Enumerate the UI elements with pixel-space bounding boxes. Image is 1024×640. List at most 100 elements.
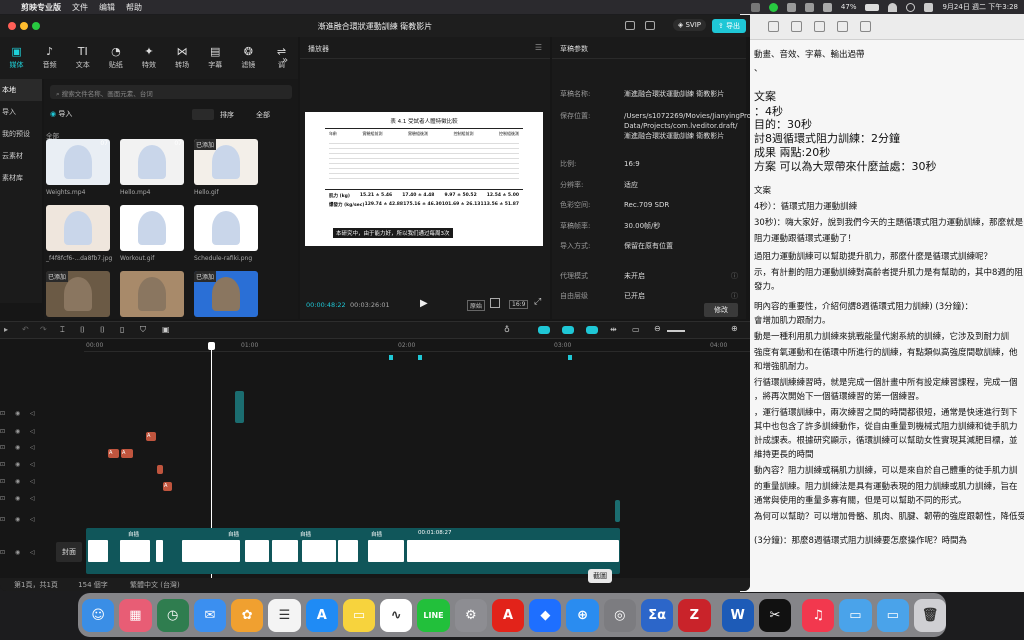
view-toggle-icon[interactable] — [192, 109, 214, 120]
video-clip[interactable] — [120, 540, 150, 562]
nav-import[interactable]: 导入 — [0, 101, 42, 123]
nav-local[interactable]: 本地 — [0, 79, 42, 101]
marker[interactable] — [568, 355, 572, 360]
zotero-icon[interactable]: Z — [678, 598, 711, 632]
lock-icon[interactable]: ⊡ — [0, 478, 5, 485]
video-clip[interactable] — [245, 540, 269, 562]
video-clip[interactable] — [368, 540, 404, 562]
media-thumbnail[interactable] — [120, 205, 184, 251]
zoom-button[interactable] — [32, 22, 40, 30]
dropbox-icon[interactable]: ◆ — [529, 598, 562, 632]
volume-icon[interactable]: ◁ — [30, 516, 35, 523]
link-icon[interactable] — [562, 326, 574, 334]
play-button[interactable]: ▶ — [420, 298, 428, 309]
zoom-out-icon[interactable]: ⊖ — [654, 324, 661, 333]
export-button[interactable]: ⇪ 导出 — [711, 19, 746, 33]
nav-presets[interactable]: 我的预设 — [0, 123, 42, 145]
preview-icon[interactable]: ▭ — [632, 325, 640, 334]
menu-icon[interactable]: ☰ — [535, 43, 542, 52]
eye-icon[interactable]: ◉ — [15, 478, 20, 485]
capcut-icon[interactable]: ✂ — [758, 598, 792, 632]
photos-icon[interactable]: ✿ — [231, 598, 264, 632]
timeline[interactable]: 00:00 01:00 02:00 03:00 04:00 ⊡ ◉ ◁ ⊡ ◉ ◁ ⊡ ◉ ◁ ⊡… — [0, 340, 750, 578]
search-icon[interactable] — [906, 2, 916, 12]
mic-icon[interactable]: ♁ — [504, 325, 510, 334]
screen-icon[interactable] — [645, 21, 655, 30]
notes-icon[interactable]: ▭ — [342, 598, 376, 632]
video-clip[interactable] — [272, 540, 298, 562]
text-clip[interactable] — [157, 465, 163, 474]
folder-icon[interactable]: ▭ — [839, 598, 872, 632]
fullscreen-icon[interactable]: ⤢ — [534, 297, 541, 307]
text-clip[interactable]: A — [146, 432, 156, 441]
video-clip[interactable] — [156, 540, 163, 562]
nav-cloud[interactable]: 云素材 — [0, 145, 42, 167]
clock[interactable]: 9月24日 週二 下午3:28 — [942, 2, 1018, 12]
eye-icon[interactable]: ◉ — [15, 516, 20, 523]
original-button[interactable]: 原始 — [467, 300, 486, 311]
select-icon[interactable]: ▸ — [4, 325, 8, 334]
finder-icon[interactable]: ☺ — [82, 598, 115, 632]
freeform-icon[interactable]: ∿ — [380, 598, 413, 632]
safari-icon[interactable]: ⊕ — [566, 598, 599, 632]
video-preview[interactable]: 表 4.1 受試者人體特徵比較 年齡 實驗組前測 實驗組後測 控制組前測 控制組… — [305, 112, 543, 246]
split-left-icon[interactable]: ⌷ — [80, 325, 85, 335]
screenshot-icon[interactable]: ◎ — [603, 598, 636, 632]
tab-audio[interactable]: ♪ 音频 — [33, 37, 66, 79]
video-clip[interactable] — [182, 540, 240, 562]
media-thumbnail[interactable]: 07 — [120, 139, 184, 185]
volume-icon[interactable]: ◁ — [30, 410, 35, 417]
delete-icon[interactable]: ▯ — [120, 325, 124, 334]
mail-icon[interactable]: ✉ — [193, 598, 227, 632]
marker-icon[interactable]: ⛉ — [140, 325, 146, 335]
video-clip[interactable] — [338, 540, 358, 562]
reminders-icon[interactable]: ☰ — [268, 598, 301, 632]
svip-button[interactable]: ◈ SVIP — [672, 19, 706, 31]
status-icon[interactable] — [750, 2, 760, 12]
timemachine-icon[interactable]: ◷ — [156, 598, 189, 632]
lock-icon[interactable]: ⊡ — [0, 461, 5, 468]
link-icon[interactable] — [586, 326, 598, 334]
align-icon[interactable]: ⇹ — [610, 325, 617, 334]
filter-all-button[interactable]: 全部 — [256, 110, 270, 120]
media-thumbnail[interactable]: 已添加 — [194, 139, 258, 185]
media-search-input[interactable]: ⌕ 搜索文件名称、画面元素、台词 — [50, 85, 292, 99]
battery-icon[interactable] — [865, 3, 880, 11]
text-clip[interactable]: A — [121, 449, 133, 458]
word-icon[interactable]: W — [721, 598, 754, 632]
tab-text[interactable]: TI 文本 — [66, 37, 99, 79]
eye-icon[interactable]: ◉ — [15, 495, 20, 502]
video-clip[interactable] — [407, 540, 619, 562]
video-clip[interactable] — [302, 540, 336, 562]
image-clip[interactable] — [235, 391, 244, 423]
nav-library[interactable]: 素材库 — [0, 167, 42, 189]
music-icon[interactable]: ♫ — [802, 598, 835, 632]
media-thumbnail[interactable] — [120, 271, 184, 317]
split-icon[interactable]: ⌶ — [60, 325, 65, 335]
media-thumbnail[interactable]: 已添加 — [46, 271, 110, 317]
status-icon[interactable] — [804, 2, 814, 12]
close-button[interactable] — [8, 22, 16, 30]
text-clip[interactable]: A — [163, 482, 172, 491]
tab-caption[interactable]: ▤ 字幕 — [199, 37, 232, 79]
zoom-slider[interactable] — [667, 330, 685, 332]
tab-transition[interactable]: ⋈ 转场 — [166, 37, 199, 79]
settings-icon[interactable]: ⚙ — [454, 598, 487, 632]
marker[interactable] — [418, 355, 422, 360]
media-thumbnail[interactable] — [194, 205, 258, 251]
media-thumbnail[interactable]: 07 — [46, 139, 110, 185]
status-icon[interactable] — [786, 2, 796, 12]
line-icon[interactable]: LINE — [417, 598, 450, 632]
video-clip[interactable] — [88, 540, 108, 562]
tab-media[interactable]: ▣ 媒体 — [0, 37, 33, 79]
tab-sticker[interactable]: ◔ 贴纸 — [99, 37, 132, 79]
status-icon[interactable] — [768, 2, 778, 12]
wifi-icon[interactable] — [888, 2, 898, 12]
text-clip[interactable]: A — [108, 449, 119, 458]
menu-file[interactable]: 文件 — [72, 2, 88, 13]
volume-icon[interactable]: ◁ — [30, 495, 35, 502]
menu-help[interactable]: 帮助 — [126, 2, 142, 13]
acrobat-icon[interactable]: A — [491, 598, 525, 632]
volume-icon[interactable]: ◁ — [30, 461, 35, 468]
split-right-icon[interactable]: ⌷ — [100, 325, 105, 335]
